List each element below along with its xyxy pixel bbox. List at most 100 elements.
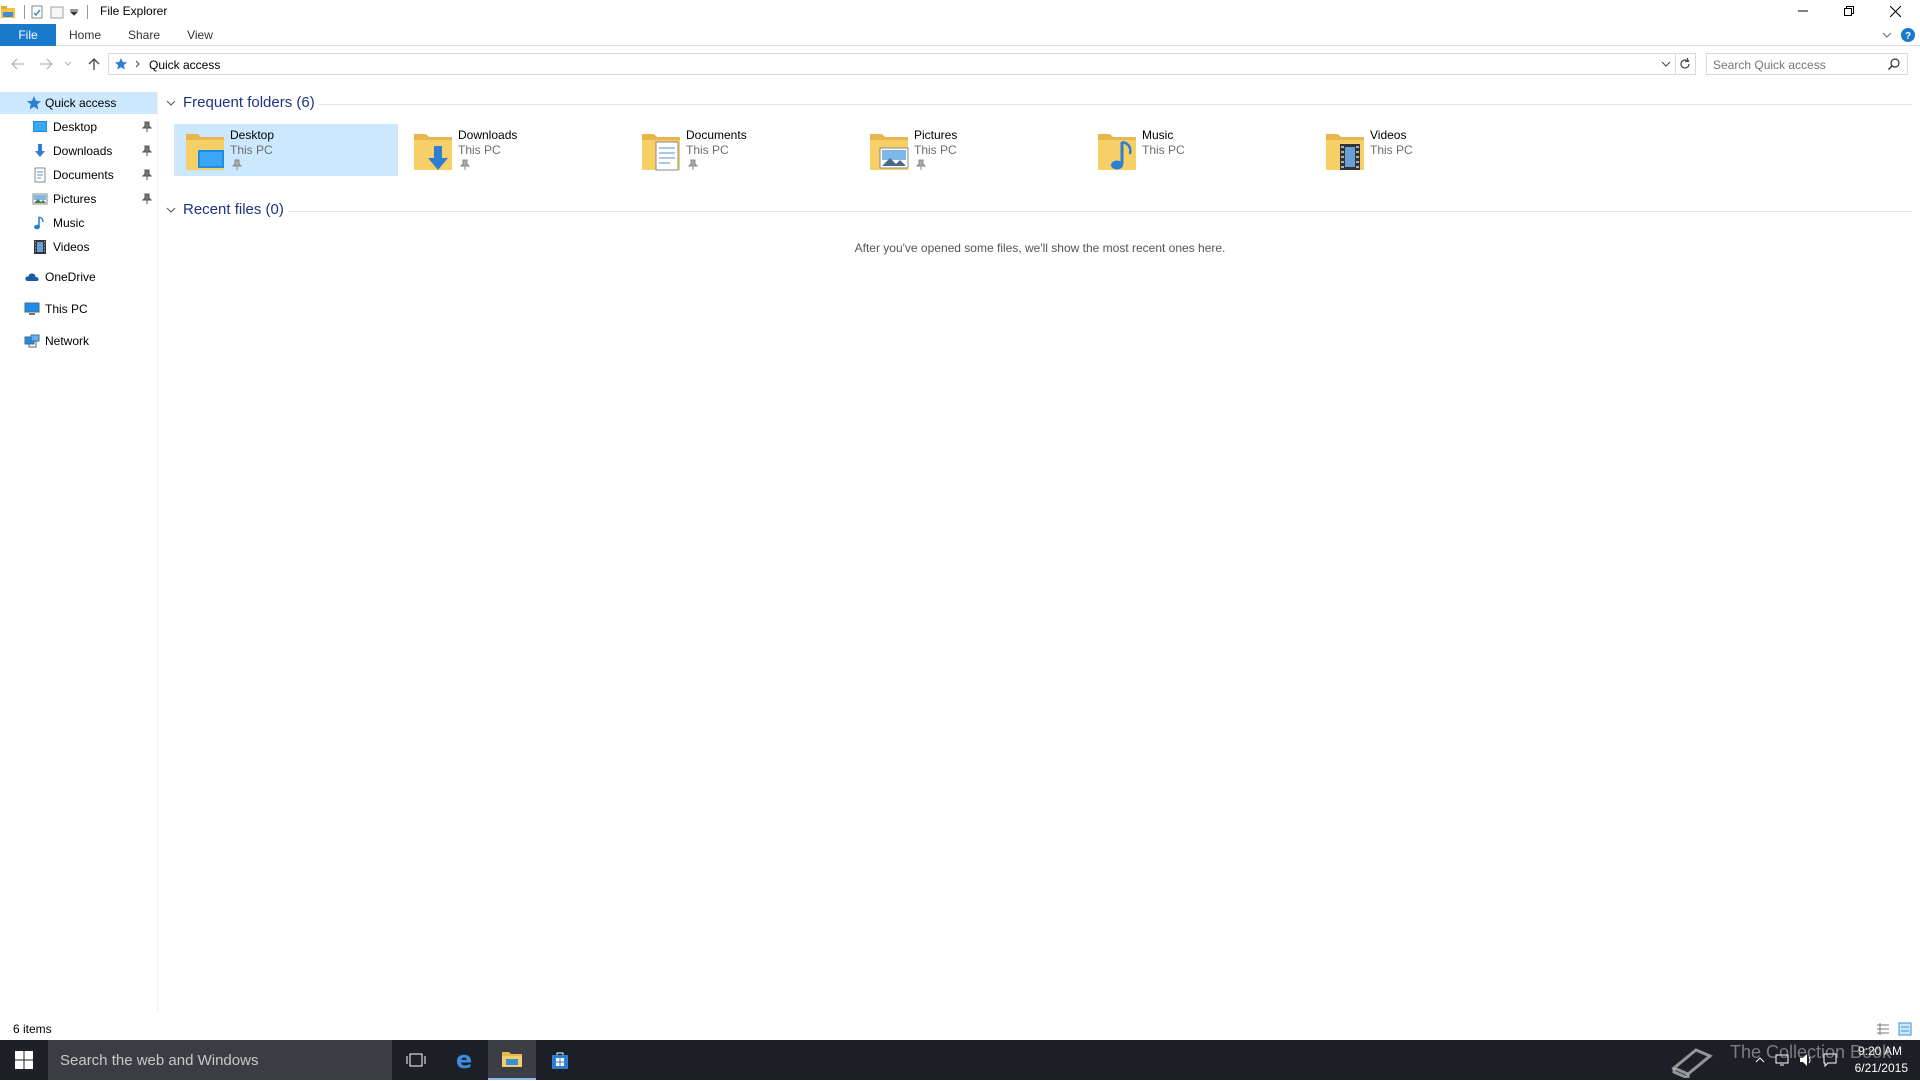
pin-icon[interactable] xyxy=(459,159,471,171)
restore-button[interactable] xyxy=(1826,0,1872,22)
nav-item-documents[interactable]: Documents xyxy=(0,164,157,186)
folder-tile-downloads[interactable]: Downloads This PC xyxy=(402,124,626,176)
refresh-icon[interactable] xyxy=(1678,57,1692,71)
quick-access-star-icon xyxy=(114,57,128,71)
store-button[interactable] xyxy=(536,1040,584,1080)
download-icon xyxy=(32,143,48,159)
help-icon[interactable]: ? xyxy=(1900,27,1916,43)
nav-label: Quick access xyxy=(45,96,117,110)
clock-date[interactable]: 6/21/2015 xyxy=(1842,1061,1908,1075)
nav-label: OneDrive xyxy=(45,270,96,284)
pin-icon[interactable] xyxy=(141,145,153,157)
minimize-button[interactable] xyxy=(1780,0,1826,22)
start-button[interactable] xyxy=(0,1040,48,1080)
taskbar-search-box[interactable]: Search the web and Windows xyxy=(48,1040,392,1080)
section-divider xyxy=(318,104,1912,105)
desktop-folder-icon xyxy=(184,128,226,172)
pin-icon[interactable] xyxy=(687,159,699,171)
expand-ribbon-chevron-icon[interactable] xyxy=(1880,28,1894,42)
nav-label: Music xyxy=(53,216,85,230)
folder-tile-documents[interactable]: Documents This PC xyxy=(630,124,854,176)
breadcrumb-chevron-icon[interactable] xyxy=(134,57,142,71)
nav-item-this-pc[interactable]: This PC xyxy=(0,298,157,320)
up-arrow-icon[interactable] xyxy=(84,54,104,74)
music-icon xyxy=(32,215,48,231)
nav-item-downloads[interactable]: Downloads xyxy=(0,140,157,162)
tab-home[interactable]: Home xyxy=(66,24,104,46)
computer-icon xyxy=(24,301,40,317)
collapse-chevron-icon[interactable] xyxy=(165,97,177,109)
folder-name: Desktop xyxy=(230,128,275,142)
taskbar-search-placeholder: Search the web and Windows xyxy=(60,1052,259,1069)
videos-folder-icon xyxy=(1324,128,1366,172)
recent-files-empty-message: After you've opened some files, we'll sh… xyxy=(854,241,1226,255)
file-explorer-taskbar-button[interactable] xyxy=(488,1040,536,1080)
back-arrow-icon[interactable] xyxy=(8,54,28,74)
downloads-folder-icon xyxy=(412,128,454,172)
breadcrumb-current[interactable]: Quick access xyxy=(149,58,220,72)
details-view-icon[interactable] xyxy=(1876,1022,1890,1036)
section-title: Frequent folders (6) xyxy=(183,94,315,111)
nav-label: Documents xyxy=(53,168,114,182)
item-count: 6 items xyxy=(13,1022,52,1036)
svg-text:?: ? xyxy=(1905,31,1911,42)
search-box[interactable] xyxy=(1706,53,1908,75)
recent-files-header[interactable]: Recent files (0) xyxy=(165,201,284,218)
search-input[interactable] xyxy=(1713,57,1883,72)
large-icons-view-icon[interactable] xyxy=(1898,1022,1912,1036)
properties-icon[interactable] xyxy=(29,4,45,20)
tab-share[interactable]: Share xyxy=(124,24,164,46)
pin-icon[interactable] xyxy=(141,193,153,205)
cloud-icon xyxy=(24,269,40,285)
folder-location: This PC xyxy=(1142,143,1185,157)
network-icon xyxy=(24,333,40,349)
edge-browser-icon: e xyxy=(456,1049,472,1071)
quick-access-toolbar xyxy=(0,3,92,21)
store-bag-icon xyxy=(552,1052,568,1069)
picture-icon xyxy=(32,191,48,207)
folder-location: This PC xyxy=(1370,143,1413,157)
tab-file[interactable]: File xyxy=(0,24,56,46)
forward-arrow-icon[interactable] xyxy=(36,54,56,74)
pin-icon[interactable] xyxy=(141,121,153,133)
watermark-book-icon xyxy=(1670,1044,1714,1081)
file-explorer-icon xyxy=(502,1052,522,1067)
nav-item-music[interactable]: Music xyxy=(0,212,157,234)
recent-locations-chevron-icon[interactable] xyxy=(62,54,74,74)
nav-item-onedrive[interactable]: OneDrive xyxy=(0,266,157,288)
nav-item-pictures[interactable]: Pictures xyxy=(0,188,157,210)
folder-name: Pictures xyxy=(914,128,958,142)
collapse-chevron-icon[interactable] xyxy=(165,204,177,216)
documents-folder-icon xyxy=(640,128,682,172)
pin-icon[interactable] xyxy=(141,169,153,181)
edge-button[interactable]: e xyxy=(440,1040,488,1080)
nav-item-desktop[interactable]: Desktop xyxy=(0,116,157,138)
task-view-button[interactable] xyxy=(392,1040,440,1080)
watermark-text: The Collection Book xyxy=(1730,1042,1892,1062)
folder-tile-videos[interactable]: Videos This PC xyxy=(1314,124,1538,176)
address-history-chevron-icon[interactable] xyxy=(1659,57,1673,71)
nav-item-quick-access[interactable]: Quick access xyxy=(0,92,157,114)
pin-icon[interactable] xyxy=(915,159,927,171)
window-title: File Explorer xyxy=(100,4,168,18)
folder-tile-music[interactable]: Music This PC xyxy=(1086,124,1310,176)
desktop-icon xyxy=(32,119,48,135)
address-row: Quick access xyxy=(0,52,1920,76)
ribbon-tab-bar: File Home Share View ? xyxy=(0,24,1920,46)
customize-toolbar-chevron-icon[interactable] xyxy=(69,4,79,20)
toolbar-separator xyxy=(24,5,25,19)
nav-label: This PC xyxy=(45,302,88,316)
taskbar: Search the web and Windows e 9:20 AM 6/2… xyxy=(0,1040,1920,1081)
search-icon[interactable] xyxy=(1887,57,1901,71)
close-button[interactable] xyxy=(1872,0,1918,22)
address-bar[interactable]: Quick access xyxy=(108,53,1696,75)
new-folder-icon[interactable] xyxy=(49,4,65,20)
nav-item-network[interactable]: Network xyxy=(0,330,157,352)
pin-icon[interactable] xyxy=(231,159,243,171)
folder-tile-pictures[interactable]: Pictures This PC xyxy=(858,124,1082,176)
frequent-folders-header[interactable]: Frequent folders (6) xyxy=(165,94,315,111)
folder-tile-desktop[interactable]: Desktop This PC xyxy=(174,124,398,176)
file-explorer-app-icon[interactable] xyxy=(0,4,16,20)
tab-view[interactable]: View xyxy=(182,24,218,46)
address-divider xyxy=(1675,54,1676,74)
